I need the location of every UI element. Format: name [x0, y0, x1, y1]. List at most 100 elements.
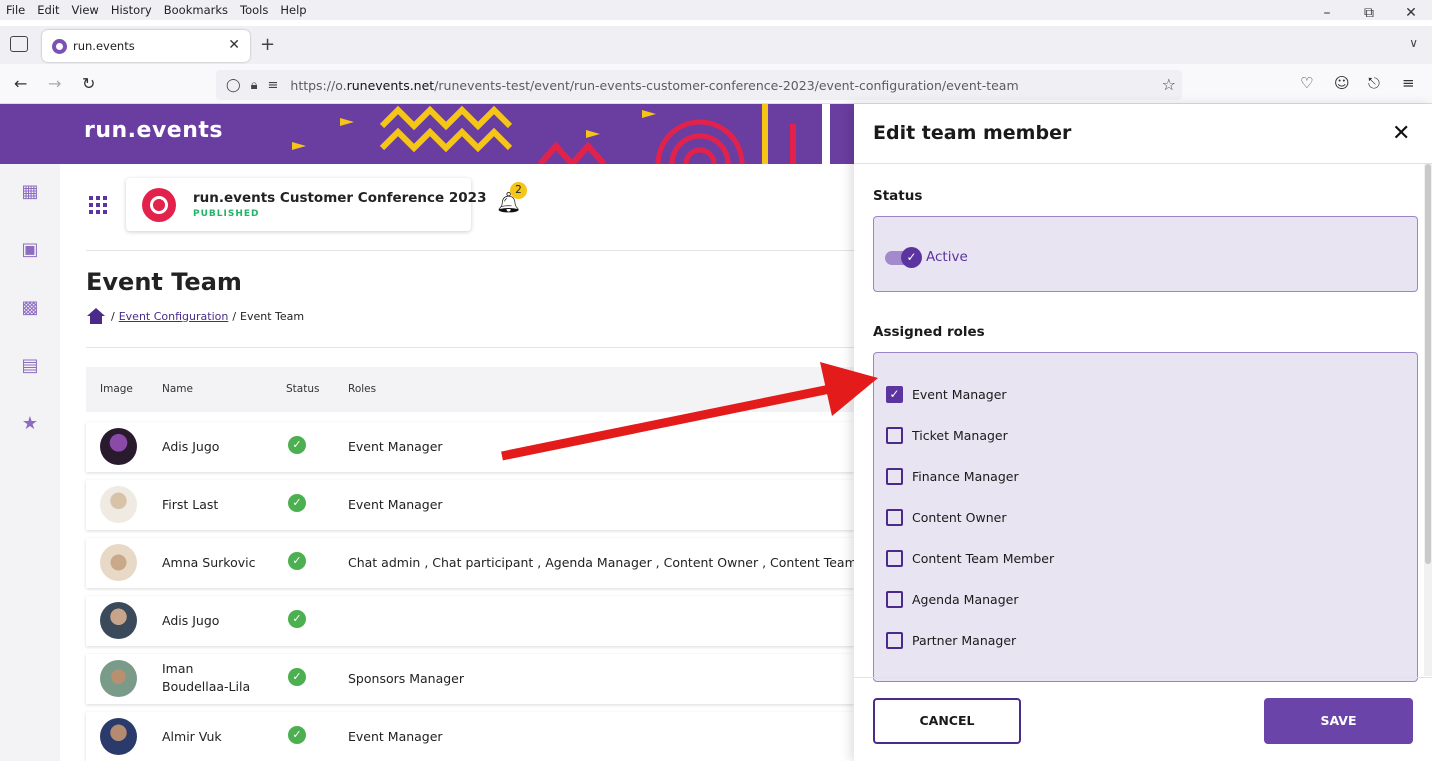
divider: [86, 347, 854, 348]
checkbox-icon[interactable]: [886, 591, 903, 608]
role-checkbox-content-owner[interactable]: Content Owner: [886, 509, 1007, 526]
member-roles: Event Manager: [348, 439, 443, 454]
back-icon[interactable]: ←: [14, 74, 27, 93]
table-row[interactable]: Adis Jugo ✓ Event Manager: [86, 422, 854, 472]
event-logo-icon: [142, 188, 176, 222]
menu-bookmarks[interactable]: Bookmarks: [158, 3, 234, 17]
breadcrumb-current: Event Team: [240, 309, 305, 323]
close-icon[interactable]: ✕: [1392, 121, 1410, 146]
role-checkbox-content-team-member[interactable]: Content Team Member: [886, 550, 1054, 567]
bookmark-star-icon[interactable]: ☆: [1162, 75, 1176, 94]
checkbox-icon[interactable]: [886, 550, 903, 567]
tab-bar: run.events ✕ + ∨: [0, 26, 1432, 64]
table-row[interactable]: Amna Surkovic ✓ Chat admin , Chat partic…: [86, 538, 854, 588]
close-window-icon[interactable]: ✕: [1390, 0, 1432, 26]
divider: [854, 677, 1432, 678]
breadcrumb-separator: /: [232, 309, 237, 323]
hamburger-menu-icon[interactable]: ≡: [1402, 74, 1415, 92]
column-header-image: Image: [100, 383, 133, 395]
assigned-roles-box: ✓ Event Manager Ticket Manager Finance M…: [873, 352, 1418, 682]
permissions-icon[interactable]: ≡: [267, 78, 278, 93]
menu-bar: File Edit View History Bookmarks Tools H…: [0, 0, 1432, 20]
menu-help[interactable]: Help: [274, 3, 312, 17]
scrollbar-thumb[interactable]: [1425, 164, 1431, 564]
shield-icon[interactable]: ◯: [226, 78, 241, 93]
table-row[interactable]: First Last ✓ Event Manager: [86, 480, 854, 530]
checkbox-icon[interactable]: [886, 509, 903, 526]
member-roles: Event Manager: [348, 729, 443, 744]
active-check-icon: ✓: [288, 610, 306, 628]
left-sidebar: ▦ ▣ ▩ ▤ ★: [0, 164, 60, 761]
reload-icon[interactable]: ↻: [82, 74, 95, 93]
checkbox-icon[interactable]: [886, 632, 903, 649]
role-label: Content Team Member: [912, 551, 1055, 566]
chat-icon[interactable]: ▦: [20, 182, 40, 202]
page-title: Event Team: [86, 268, 242, 296]
checkbox-checked-icon[interactable]: ✓: [886, 386, 903, 403]
tab-list-icon[interactable]: [10, 36, 28, 52]
active-toggle[interactable]: ✓: [885, 247, 922, 268]
status-section-label: Status: [873, 188, 923, 204]
panel-scrollbar[interactable]: [1424, 164, 1432, 676]
role-label: Finance Manager: [912, 469, 1019, 484]
avatar: [100, 718, 137, 755]
menu-history[interactable]: History: [105, 3, 158, 17]
check-icon: ✓: [901, 247, 922, 268]
table-row[interactable]: Almir Vuk ✓ Event Manager: [86, 712, 854, 761]
clipboard-icon[interactable]: ▤: [20, 356, 40, 376]
image-icon[interactable]: ▣: [20, 240, 40, 260]
restore-icon[interactable]: ⧉: [1348, 0, 1390, 26]
breadcrumb-event-configuration-link[interactable]: Event Configuration: [119, 310, 229, 323]
folder-icon[interactable]: ▩: [20, 298, 40, 318]
role-label: Ticket Manager: [912, 428, 1008, 443]
role-checkbox-finance-manager[interactable]: Finance Manager: [886, 468, 1019, 485]
table-row[interactable]: Adis Jugo ✓: [86, 596, 854, 646]
role-label: Content Owner: [912, 510, 1007, 525]
pocket-icon[interactable]: ♡: [1300, 74, 1313, 92]
role-label: Event Manager: [912, 387, 1007, 402]
panel-title: Edit team member: [873, 122, 1072, 144]
apps-grid-icon[interactable]: [89, 196, 107, 214]
menu-view[interactable]: View: [66, 3, 105, 17]
new-tab-icon[interactable]: +: [260, 34, 275, 55]
member-name: Almir Vuk: [162, 729, 222, 744]
extensions-icon[interactable]: ⎋: [1368, 74, 1380, 92]
tab-close-icon[interactable]: ✕: [228, 37, 240, 53]
cancel-button[interactable]: CANCEL: [873, 698, 1021, 744]
menu-file[interactable]: File: [0, 3, 31, 17]
forward-icon[interactable]: →: [48, 74, 61, 93]
avatar: [100, 660, 137, 697]
role-checkbox-ticket-manager[interactable]: Ticket Manager: [886, 427, 1008, 444]
star-icon[interactable]: ★: [20, 414, 40, 434]
browser-tab[interactable]: run.events ✕: [42, 30, 250, 62]
checkbox-icon[interactable]: [886, 427, 903, 444]
tab-title: run.events: [73, 39, 135, 53]
lock-icon[interactable]: 🔒︎: [251, 78, 258, 93]
role-checkbox-event-manager[interactable]: ✓ Event Manager: [886, 386, 1007, 403]
role-checkbox-agenda-manager[interactable]: Agenda Manager: [886, 591, 1018, 608]
event-status-badge: PUBLISHED: [193, 209, 260, 219]
save-button[interactable]: SAVE: [1264, 698, 1413, 744]
menu-edit[interactable]: Edit: [31, 3, 65, 17]
divider: [86, 250, 854, 251]
event-banner: run.events: [0, 104, 854, 164]
table-row[interactable]: Iman Boudellaa-Lila ✓ Sponsors Manager: [86, 654, 854, 704]
account-icon[interactable]: ☺: [1334, 74, 1350, 92]
url-bar[interactable]: ◯ 🔒︎ ≡ https://o.runevents.net/runevents…: [216, 70, 1182, 100]
home-icon[interactable]: [87, 308, 105, 324]
minimize-icon[interactable]: –: [1306, 0, 1348, 26]
event-selector-card[interactable]: run.events Customer Conference 2023 PUBL…: [126, 178, 486, 231]
member-roles: Event Manager: [348, 497, 443, 512]
role-checkbox-partner-manager[interactable]: Partner Manager: [886, 632, 1016, 649]
avatar: [100, 428, 137, 465]
avatar: [100, 602, 137, 639]
checkbox-icon[interactable]: [886, 468, 903, 485]
member-name: Adis Jugo: [162, 439, 220, 454]
breadcrumb-separator: /: [111, 309, 115, 323]
app-logo[interactable]: run.events: [84, 118, 223, 143]
menu-tools[interactable]: Tools: [234, 3, 274, 17]
role-label: Agenda Manager: [912, 592, 1019, 607]
breadcrumb: / Event Configuration / Event Team: [87, 308, 304, 324]
chevron-down-icon[interactable]: ∨: [1409, 36, 1418, 50]
window-controls: – ⧉ ✕: [1306, 0, 1432, 26]
